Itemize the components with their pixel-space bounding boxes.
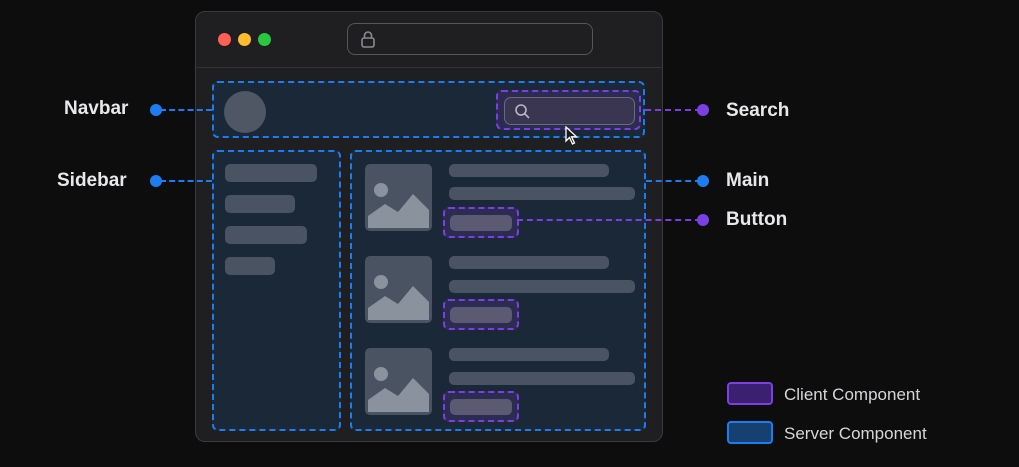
server-component-swatch	[727, 421, 773, 444]
search-region	[496, 90, 641, 130]
card-button[interactable]	[450, 215, 512, 231]
text-line	[449, 372, 635, 385]
button-region	[443, 391, 519, 422]
sidebar-item	[225, 164, 317, 182]
text-line	[449, 280, 635, 293]
server-component-label: Server Component	[784, 424, 927, 443]
image-icon	[368, 183, 429, 228]
button-region	[443, 207, 519, 238]
search-icon	[515, 104, 530, 119]
sidebar-item	[225, 257, 275, 275]
avatar	[224, 91, 266, 133]
text-line	[449, 164, 609, 177]
client-component-label: Client Component	[784, 385, 921, 404]
main-callout-dot	[697, 175, 709, 187]
navbar-label: Navbar	[64, 98, 129, 119]
maximize-dot	[258, 33, 271, 46]
search-callout-line	[645, 109, 701, 111]
close-dot	[218, 33, 231, 46]
lock-icon	[361, 31, 375, 48]
button-callout-line	[517, 219, 701, 221]
image-thumbnail	[365, 348, 432, 415]
image-thumbnail	[365, 256, 432, 323]
button-callout-dot	[697, 214, 709, 226]
address-bar	[347, 23, 593, 55]
image-icon	[368, 275, 429, 320]
sidebar-item	[225, 226, 307, 244]
card-button[interactable]	[450, 307, 512, 323]
sidebar-item	[225, 195, 295, 213]
sidebar-label: Sidebar	[57, 170, 127, 191]
button-region	[443, 299, 519, 330]
sidebar-region	[212, 150, 341, 431]
main-region	[350, 150, 646, 431]
text-line	[449, 348, 609, 361]
navbar-callout-line	[160, 109, 212, 111]
main-callout-line	[646, 180, 701, 182]
sidebar-callout-line	[160, 180, 212, 182]
image-icon	[368, 367, 429, 412]
text-line	[449, 187, 635, 200]
search-label: Search	[726, 100, 790, 121]
title-bar	[196, 12, 662, 68]
main-label: Main	[726, 170, 770, 191]
search-input[interactable]	[504, 97, 635, 125]
client-component-swatch	[727, 382, 773, 405]
navbar-region	[212, 81, 645, 138]
text-line	[449, 256, 609, 269]
cursor-icon	[565, 126, 579, 145]
card-button[interactable]	[450, 399, 512, 415]
search-callout-dot	[697, 104, 709, 116]
minimize-dot	[238, 33, 251, 46]
image-thumbnail	[365, 164, 432, 231]
button-label: Button	[726, 209, 788, 230]
